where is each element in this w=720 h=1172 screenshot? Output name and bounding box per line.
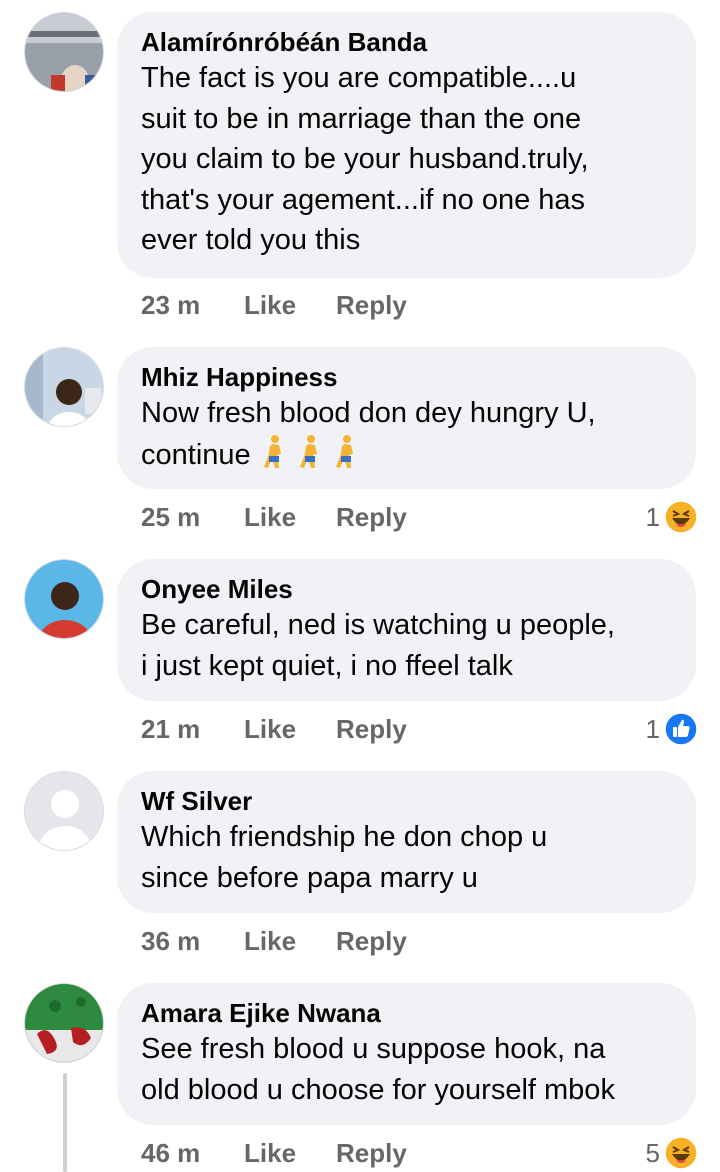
reaction-count: 5 bbox=[645, 1138, 660, 1168]
comment-line: See fresh blood u suppose hook, na bbox=[141, 1033, 606, 1065]
comment-author[interactable]: Amara Ejike Nwana bbox=[141, 997, 672, 1029]
haha-reaction-icon bbox=[664, 1136, 698, 1170]
comment-line: The fact is you are compatible....u bbox=[141, 62, 577, 94]
person-photo-avatar-icon bbox=[25, 560, 103, 638]
comment-actions: 21 m Like Reply bbox=[141, 711, 407, 747]
like-button[interactable]: Like bbox=[244, 287, 336, 323]
comment-bubble: Wf Silver Which friendship he don chop u… bbox=[117, 771, 696, 913]
person-photo-avatar-icon bbox=[25, 13, 103, 91]
comment-author[interactable]: Wf Silver bbox=[141, 785, 672, 817]
comment-line: since before papa marry u bbox=[141, 861, 478, 894]
comment-actions: 23 m Like Reply bbox=[141, 287, 407, 323]
comment-line: Be careful, ned is watching u people, bbox=[141, 609, 615, 641]
reaction-summary[interactable]: 1 bbox=[646, 499, 698, 535]
like-button[interactable]: Like bbox=[244, 923, 336, 959]
comment-line: old blood u choose for yourself mbok bbox=[141, 1073, 615, 1106]
avatar[interactable] bbox=[24, 559, 104, 639]
comment-text: See fresh blood u suppose hook, na old b… bbox=[141, 1029, 672, 1110]
comment-bubble: Amara Ejike Nwana See fresh blood u supp… bbox=[117, 983, 696, 1125]
comment-timestamp[interactable]: 36 m bbox=[141, 923, 244, 959]
comment-line: Which friendship he don chop u bbox=[141, 821, 548, 853]
person-walking-emoji-icon bbox=[257, 434, 365, 482]
comment-author[interactable]: Alamírónróbéán Banda bbox=[141, 26, 672, 58]
avatar[interactable] bbox=[24, 347, 104, 427]
reply-button[interactable]: Reply bbox=[336, 287, 407, 323]
comment-line: ever told you this bbox=[141, 224, 361, 256]
comment-actions: 46 m Like Reply bbox=[141, 1135, 407, 1171]
comment-actions: 25 m Like Reply bbox=[141, 499, 407, 535]
comment-bubble: Alamírónróbéán Banda The fact is you are… bbox=[117, 12, 696, 278]
comment-line: suit to be in marriage than the one bbox=[141, 102, 582, 135]
comment-author[interactable]: Mhiz Happiness bbox=[141, 361, 672, 393]
like-reaction-icon bbox=[664, 712, 698, 746]
reply-button[interactable]: Reply bbox=[336, 923, 407, 959]
comment-author[interactable]: Onyee Miles bbox=[141, 573, 672, 605]
person-photo-avatar-icon bbox=[25, 984, 103, 1062]
avatar[interactable] bbox=[24, 12, 104, 92]
person-photo-avatar-icon bbox=[25, 348, 103, 426]
reaction-summary[interactable]: 1 bbox=[646, 711, 698, 747]
reaction-count: 1 bbox=[645, 714, 660, 744]
default-silhouette-avatar-icon bbox=[25, 772, 103, 850]
comment-bubble: Mhiz Happiness Now fresh blood don dey h… bbox=[117, 347, 696, 489]
like-button[interactable]: Like bbox=[244, 711, 336, 747]
comment-text: Be careful, ned is watching u people, i … bbox=[141, 605, 672, 686]
comment-line: you claim to be your husband.truly, bbox=[141, 143, 589, 175]
comment-timestamp[interactable]: 46 m bbox=[141, 1135, 244, 1171]
comment-line: Now fresh blood don dey hungry U, bbox=[141, 397, 596, 429]
reply-button[interactable]: Reply bbox=[336, 499, 407, 535]
like-button[interactable]: Like bbox=[244, 1135, 336, 1171]
thread-connector-line bbox=[63, 1073, 67, 1172]
comment-text: Now fresh blood don dey hungry U, contin… bbox=[141, 393, 672, 481]
comment-timestamp[interactable]: 23 m bbox=[141, 287, 244, 323]
comment-actions: 36 m Like Reply bbox=[141, 923, 407, 959]
like-button[interactable]: Like bbox=[244, 499, 336, 535]
avatar[interactable] bbox=[24, 983, 104, 1063]
comment-text: The fact is you are compatible....u suit… bbox=[141, 58, 672, 261]
haha-reaction-icon bbox=[664, 500, 698, 534]
comment-line: continue bbox=[141, 438, 251, 471]
reaction-summary[interactable]: 5 bbox=[646, 1135, 698, 1171]
comment-text: Which friendship he don chop u since bef… bbox=[141, 817, 672, 898]
comment-bubble: Onyee Miles Be careful, ned is watching … bbox=[117, 559, 696, 701]
comment-line: i just kept quiet, i no ffeel talk bbox=[141, 649, 513, 682]
comment-line: that's your agement...if no one has bbox=[141, 183, 586, 216]
reply-button[interactable]: Reply bbox=[336, 1135, 407, 1171]
avatar[interactable] bbox=[24, 771, 104, 851]
comment-timestamp[interactable]: 21 m bbox=[141, 711, 244, 747]
reply-button[interactable]: Reply bbox=[336, 711, 407, 747]
reaction-count: 1 bbox=[645, 502, 660, 532]
comment-timestamp[interactable]: 25 m bbox=[141, 499, 244, 535]
